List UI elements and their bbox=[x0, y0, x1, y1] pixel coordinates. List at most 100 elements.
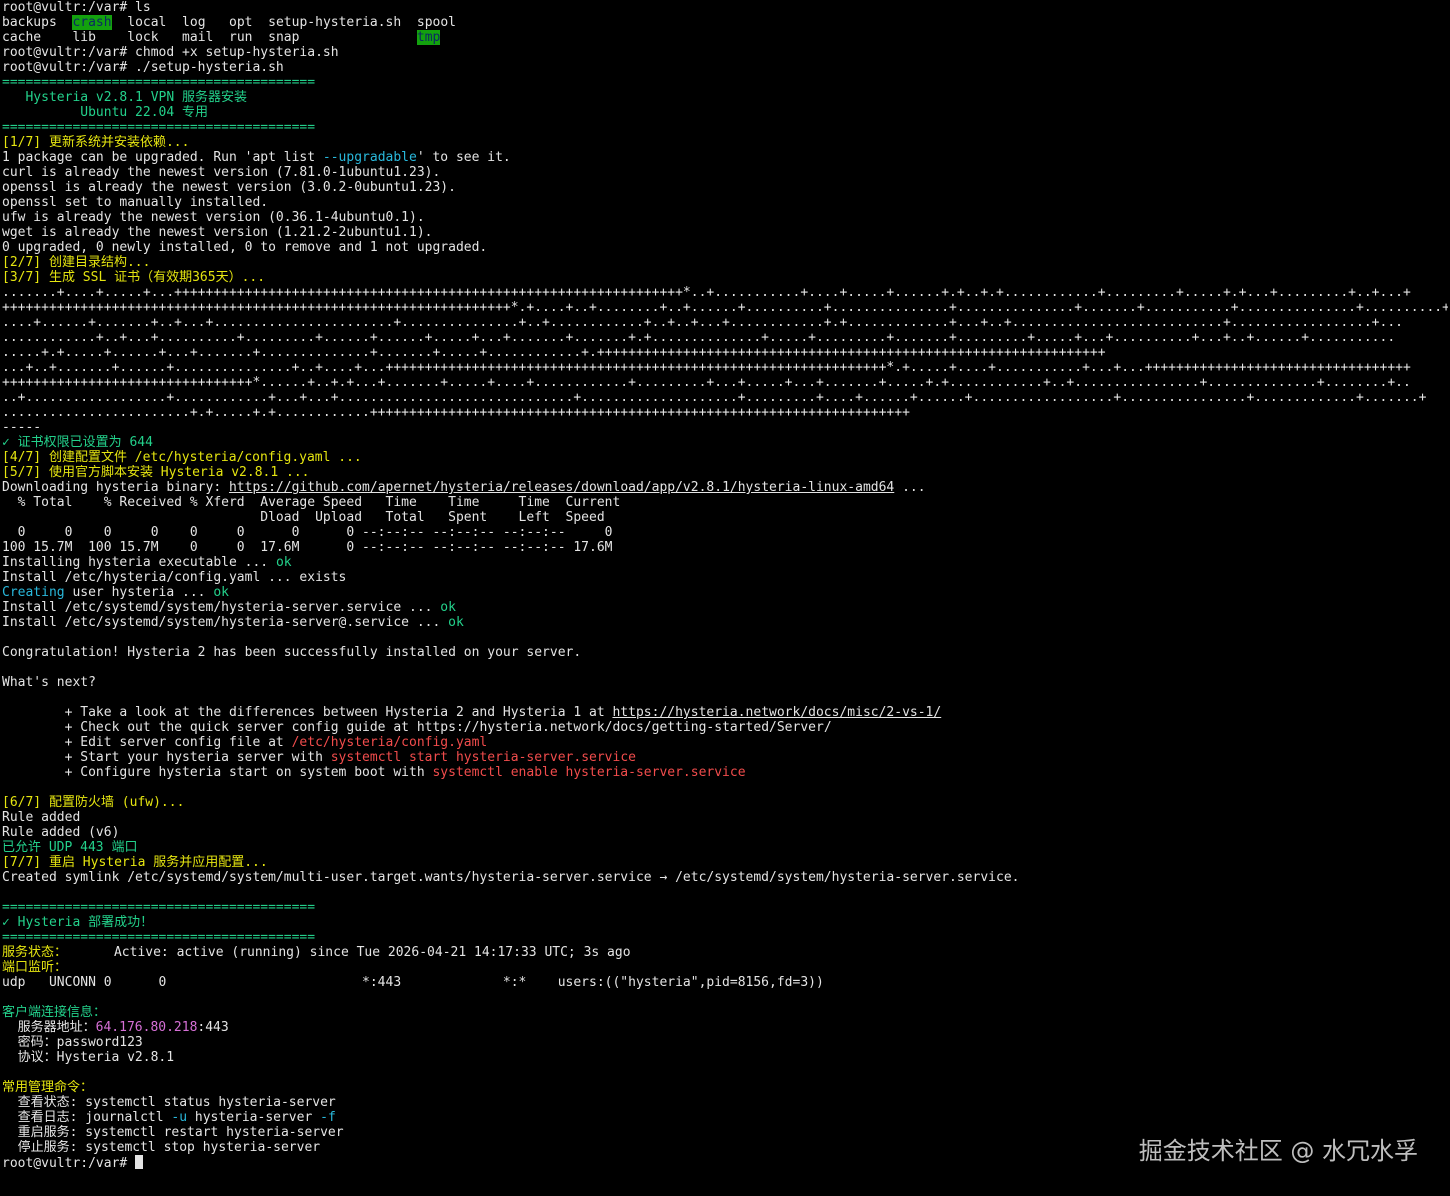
terminal-text: ✓ Hysteria 部署成功！ bbox=[2, 915, 154, 930]
terminal-output[interactable]: root@vultr:/var# ls backups crash local l… bbox=[2, 0, 1448, 1170]
terminal-text: 查看日志: journalctl bbox=[2, 1110, 172, 1125]
terminal-text: ok bbox=[213, 585, 229, 600]
terminal-text: 64.176.80.218 bbox=[95, 1020, 198, 1035]
terminal-line: 密码：password123 bbox=[2, 1035, 1448, 1050]
terminal-text: root@vultr:/var# bbox=[2, 1156, 136, 1170]
terminal-text: Created symlink /etc/systemd/system/mult… bbox=[2, 870, 1020, 885]
terminal-text: 100 15.7M 100 15.7M 0 0 17.6M 0 --:--:--… bbox=[2, 540, 613, 555]
terminal-line: curl is already the newest version (7.81… bbox=[2, 165, 1448, 180]
terminal-line: ........................+.+.....+.+.....… bbox=[2, 405, 1448, 420]
terminal-text: lib bbox=[72, 30, 96, 45]
terminal-text: 0 0 0 0 0 0 0 0 --:--:-- --:--:-- --:--:… bbox=[2, 525, 613, 540]
terminal-text: Install /etc/systemd/system/hysteria-ser… bbox=[2, 600, 441, 615]
terminal-line: .....+.+.....+......+...+.......+.......… bbox=[2, 345, 1448, 360]
terminal-text: :443 bbox=[197, 1020, 229, 1035]
terminal-text: + Configure hysteria start on system boo… bbox=[2, 765, 433, 780]
terminal-line: Ubuntu 22.04 专用 bbox=[2, 105, 1448, 120]
terminal-line: 端口监听： bbox=[2, 960, 1448, 975]
terminal-text: Rule added bbox=[2, 810, 81, 825]
terminal-line: 0 upgraded, 0 newly installed, 0 to remo… bbox=[2, 240, 1448, 255]
terminal-line: [4/7] 创建配置文件 /etc/hysteria/config.yaml .… bbox=[2, 450, 1448, 465]
terminal-line: 查看状态: systemctl status hysteria-server bbox=[2, 1095, 1448, 1110]
terminal-line: Congratulation! Hysteria 2 has been succ… bbox=[2, 645, 1448, 660]
terminal-line: [5/7] 使用官方脚本安装 Hysteria v2.8.1 ... bbox=[2, 465, 1448, 480]
terminal-line: 服务状态： Active: active (running) since Tue… bbox=[2, 945, 1448, 960]
terminal-text: [1/7] 更新系统并安装依赖... bbox=[2, 135, 190, 150]
terminal-text: ok bbox=[448, 615, 464, 630]
terminal-text: ....+......+.......+..+...+.............… bbox=[2, 315, 1403, 330]
terminal-text: 客户端连接信息： bbox=[2, 1005, 107, 1020]
terminal-text: systemctl enable hysteria-server.service bbox=[432, 765, 746, 780]
terminal-text: Active: active (running) since Tue 2026-… bbox=[67, 945, 631, 960]
terminal-text: root@vultr:/var# chmod +x setup-hysteria… bbox=[2, 45, 339, 60]
terminal-text: ............+..+...+..........+.........… bbox=[2, 330, 1396, 345]
terminal-line: 100 15.7M 100 15.7M 0 0 17.6M 0 --:--:--… bbox=[2, 540, 1448, 555]
terminal-text: ++++++++++++++++++++++++++++++++*......+… bbox=[2, 375, 1411, 390]
terminal-line: [6/7] 配置防火墙 (ufw)... bbox=[2, 795, 1448, 810]
terminal-line: + Start your hysteria server with system… bbox=[2, 750, 1448, 765]
terminal-line: ======================================== bbox=[2, 120, 1448, 135]
terminal-text: [4/7] 创建配置文件 /etc/hysteria/config.yaml .… bbox=[2, 450, 362, 465]
terminal-text: 服务状态： bbox=[2, 945, 68, 960]
terminal-text: 查看状态: systemctl status hysteria-server bbox=[2, 1095, 336, 1110]
terminal-line: ✓ 证书权限已设置为 644 bbox=[2, 435, 1448, 450]
terminal-cursor bbox=[135, 1155, 144, 1169]
terminal-text: openssl set to manually installed. bbox=[2, 195, 269, 210]
terminal-line: root@vultr:/var# ./setup-hysteria.sh bbox=[2, 60, 1448, 75]
terminal-text: run bbox=[229, 30, 253, 45]
terminal-text: .......+....+.....+...++++++++++++++++++… bbox=[2, 285, 1411, 300]
terminal-text: opt bbox=[229, 15, 253, 30]
terminal-text: /etc/hysteria/config.yaml bbox=[291, 735, 488, 750]
terminal-line: 已允许 UDP 443 端口 bbox=[2, 840, 1448, 855]
terminal-text: + Take a look at the differences between… bbox=[2, 705, 613, 720]
watermark: 掘金技术社区 @ 水冗水孚 bbox=[1138, 1137, 1418, 1165]
terminal-text: [7/7] 重启 Hysteria 服务并应用配置... bbox=[2, 855, 268, 870]
terminal-text: [3/7] 生成 SSL 证书（有效期365天）... bbox=[2, 270, 266, 285]
terminal-text: backups bbox=[2, 15, 57, 30]
terminal-line: 查看日志: journalctl -u hysteria-server -f bbox=[2, 1110, 1448, 1125]
terminal-line: Install /etc/systemd/system/hysteria-ser… bbox=[2, 600, 1448, 615]
terminal-text: Dload Upload Total Spent Left Speed bbox=[2, 510, 605, 525]
terminal-text: ======================================== bbox=[2, 900, 316, 915]
terminal-text: [5/7] 使用官方脚本安装 Hysteria v2.8.1 ... bbox=[2, 465, 310, 480]
terminal-text: 端口监听： bbox=[2, 960, 68, 975]
terminal-line: 服务器地址：64.176.80.218:443 bbox=[2, 1020, 1448, 1035]
terminal-text: udp UNCONN 0 0 *:443 *:* users:(("hyster… bbox=[2, 975, 824, 990]
terminal-line: ...+..+.......+......+...............+..… bbox=[2, 360, 1448, 375]
terminal-text: ======================================== bbox=[2, 930, 316, 945]
terminal-line: openssl is already the newest version (3… bbox=[2, 180, 1448, 195]
terminal-text: ' to see it. bbox=[416, 150, 511, 165]
terminal-line: [2/7] 创建目录结构... bbox=[2, 255, 1448, 270]
terminal-line: root@vultr:/var# ls bbox=[2, 0, 1448, 15]
terminal-line: % Total % Received % Xferd Average Speed… bbox=[2, 495, 1448, 510]
terminal-text: 服务器地址： bbox=[2, 1020, 96, 1035]
terminal-text: 常用管理命令： bbox=[2, 1080, 94, 1095]
terminal-line: ✓ Hysteria 部署成功！ bbox=[2, 915, 1448, 930]
terminal-text: 协议：Hysteria v2.8.1 bbox=[2, 1050, 175, 1065]
terminal-text: ...+..+.......+......+...............+..… bbox=[2, 360, 1411, 375]
terminal-text: -f bbox=[320, 1110, 336, 1125]
terminal-line: 0 0 0 0 0 0 0 0 --:--:-- --:--:-- --:--:… bbox=[2, 525, 1448, 540]
terminal-text: 重启服务: systemctl restart hysteria-server bbox=[2, 1125, 344, 1140]
terminal-text: user hysteria ... bbox=[64, 585, 214, 600]
terminal-line: 常用管理命令： bbox=[2, 1080, 1448, 1095]
terminal-text: Rule added (v6) bbox=[2, 825, 120, 840]
terminal-line: [7/7] 重启 Hysteria 服务并应用配置... bbox=[2, 855, 1448, 870]
terminal-text: [6/7] 配置防火墙 (ufw)... bbox=[2, 795, 185, 810]
terminal-text: ... bbox=[894, 480, 926, 495]
terminal-text: hysteria-server bbox=[187, 1110, 321, 1125]
terminal-text: https://hysteria.network/docs/getting-st… bbox=[416, 720, 832, 735]
terminal-text: lock bbox=[127, 30, 159, 45]
terminal-text: https://github.com/apernet/hysteria/rele… bbox=[228, 480, 895, 495]
terminal-line: ----- bbox=[2, 420, 1448, 435]
terminal-line: 1 package can be upgraded. Run 'apt list… bbox=[2, 150, 1448, 165]
terminal-line: Created symlink /etc/systemd/system/mult… bbox=[2, 870, 1448, 885]
